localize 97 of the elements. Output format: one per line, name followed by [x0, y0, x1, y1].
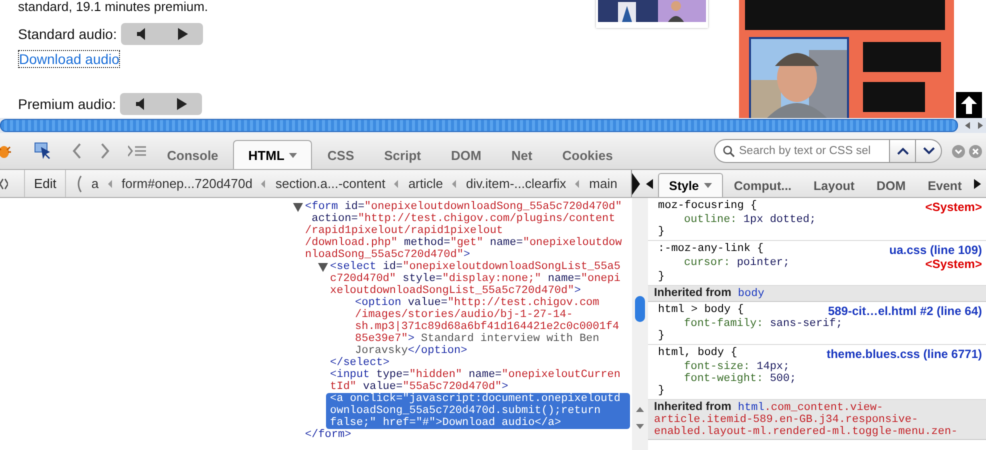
code-line: <input type="hidden" name="onepixeloutCurren: [330, 369, 622, 381]
breadcrumb[interactable]: div.item-...clearfix: [464, 176, 568, 191]
code-line: Joravsky</option>: [355, 345, 468, 357]
play-icon[interactable]: [178, 28, 188, 40]
code-line: </select>: [330, 357, 390, 369]
css-declaration[interactable]: font-family: sans-serif;: [684, 318, 842, 330]
css-selector: html > body {: [658, 304, 744, 318]
horizontal-scrollbar[interactable]: [0, 118, 986, 133]
css-selector: html, body {: [658, 347, 738, 361]
side-tab[interactable]: Comput...: [722, 173, 803, 197]
audio-player[interactable]: [120, 93, 202, 115]
back-icon[interactable]: [72, 143, 82, 159]
code-line: /download.php" method="get" name="onepixeloutdow: [305, 237, 623, 249]
panel-tab[interactable]: Script: [369, 140, 436, 169]
inherited-header: Inherited from body: [648, 286, 986, 302]
inspect-icon[interactable]: [34, 142, 52, 160]
code-line: /rapid1pixelout/rapid1pixelout: [305, 225, 504, 237]
side-tab[interactable]: Layout: [802, 173, 866, 197]
closing-brace: }: [658, 385, 665, 397]
forward-icon[interactable]: [100, 143, 110, 159]
breadcrumb[interactable]: section.a...-content: [273, 176, 388, 191]
code-line: 85e39e7"> Standard interview with Ben: [355, 333, 600, 345]
up-arrow-icon: [961, 96, 977, 114]
code-line: false;" href="#">Download audio</a>: [330, 417, 562, 429]
code-line: /images/stories/audio/bj-1-27-14-: [355, 309, 574, 321]
selection-highlight[interactable]: <a onclick="javascript:document.onepixeloutd ownloadSong_55a5c720d470d.submit();return false;" href="#">Download audio</a>: [326, 393, 630, 429]
css-declaration[interactable]: cursor: pointer;: [684, 257, 790, 271]
code-line: c720d470d" style="display:none;" name="onepi: [330, 273, 622, 285]
chevron-icon: [452, 180, 457, 188]
panel-tab[interactable]: Cookies: [547, 140, 628, 169]
code-line: sh.mp3|371c89d68a6bf41d164421e2c0c0001f4: [355, 321, 620, 333]
inherited-header: Inherited from html.com_content.view- article.itemid-589.en-GB.j34.responsive- enabled.layout-ml.rendered-ml.toggle-menu.zen-: [648, 400, 986, 440]
search-icon: [723, 144, 735, 158]
panel-tab[interactable]: Console: [152, 140, 234, 169]
code-line: xeloutdownloadSongList_55a5c720d470d">: [330, 285, 582, 297]
css-selector: moz-focusring {: [658, 200, 758, 214]
panel-tab[interactable]: CSS: [312, 140, 370, 169]
disclosure-triangle-icon[interactable]: [292, 203, 302, 212]
disclosure-triangle-icon[interactable]: [318, 263, 328, 272]
source-link[interactable]: theme.blues.css (line 6771): [826, 347, 982, 361]
breadcrumb[interactable]: a: [89, 176, 101, 191]
css-declaration[interactable]: font-weight: 500;: [684, 373, 796, 385]
code-line: </form>: [305, 429, 352, 441]
down-chevron-icon: [922, 147, 934, 155]
breadcrumb[interactable]: main: [587, 176, 620, 191]
code-line: <option value="http://test.chigov.com: [355, 297, 600, 309]
breadcrumb[interactable]: form#onep...720d470d: [120, 176, 254, 191]
edit-button[interactable]: Edit: [24, 170, 66, 197]
panel-tab[interactable]: HTML: [233, 140, 312, 169]
breadcrumb[interactable]: article: [406, 176, 445, 191]
list-icon[interactable]: [128, 144, 146, 158]
minimize-icon[interactable]: [952, 144, 965, 158]
play-icon[interactable]: [177, 98, 188, 110]
code-line: <a onclick="javascript:document.onepixeloutd: [330, 393, 622, 405]
closing-brace: }: [658, 330, 665, 342]
search-field[interactable]: Search by text or CSS sel: [714, 139, 890, 163]
chevron-icon: [108, 180, 113, 188]
closing-brace: }: [658, 226, 665, 238]
download-link[interactable]: Download audio: [18, 50, 120, 68]
side-tab[interactable]: Style: [658, 173, 723, 197]
close-icon[interactable]: [969, 144, 982, 158]
audio-label: Standard audio:: [18, 26, 117, 42]
closing-brace: }: [658, 271, 665, 283]
source-label: <System>: [925, 257, 982, 271]
next-button[interactable]: [916, 139, 942, 163]
scroll-left-icon[interactable]: [646, 178, 654, 188]
css-declaration[interactable]: outline: 1px dotted;: [684, 214, 816, 226]
code-line: <form id="onepixeloutdownloadSong_55a5c720d470d": [305, 201, 623, 213]
scroll-right-icon[interactable]: [972, 178, 981, 188]
vertical-scrollbar[interactable]: [632, 198, 648, 450]
scroll-top-button[interactable]: [956, 92, 982, 118]
source-label: <System>: [925, 200, 982, 214]
panel-tab[interactable]: DOM: [436, 140, 496, 169]
intro-text: standard, 19.1 minutes premium.: [18, 0, 210, 13]
audio-label: Premium audio:: [18, 96, 116, 112]
splitter-arrow-icon[interactable]: [632, 172, 640, 194]
source-link[interactable]: ua.css (line 109): [889, 243, 982, 257]
speaker-icon[interactable]: [136, 28, 148, 40]
bug-icon[interactable]: [0, 143, 12, 159]
code-line: nloadSong_55a5c720d470d">: [305, 249, 472, 261]
chevron-icon: [261, 180, 266, 188]
source-link[interactable]: 589-cit…el.html #2 (line 64): [828, 304, 982, 318]
side-tab[interactable]: Event: [916, 173, 973, 197]
panel-tab[interactable]: Net: [496, 140, 548, 169]
code-line: <select id="onepixeloutdownloadSongList_55a5: [330, 261, 622, 273]
up-chevron-icon: [896, 147, 908, 155]
css-selector: :-moz-any-link {: [658, 243, 764, 257]
css-declaration[interactable]: font-size: 14px;: [684, 361, 790, 373]
code-line: tId" value="55a5c720d470d">: [330, 381, 510, 393]
chevron-icon: [394, 180, 400, 188]
chevron-icon: [575, 180, 580, 188]
code-line: action="http://test.chigov.com/plugins/content: [310, 213, 616, 225]
side-tab[interactable]: DOM: [866, 173, 917, 197]
previous-button[interactable]: [890, 139, 916, 163]
code-line: ownloadSong_55a5c720d470d.submit();return: [330, 405, 602, 417]
code-icon[interactable]: [0, 178, 8, 190]
audio-player[interactable]: [120, 23, 203, 45]
